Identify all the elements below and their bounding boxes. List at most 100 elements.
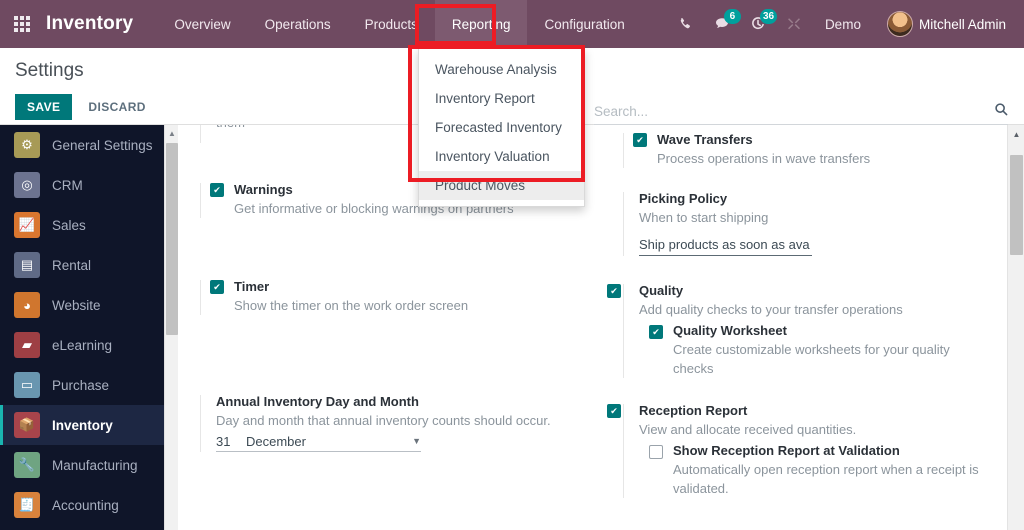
- apps-menu-button[interactable]: [0, 0, 44, 48]
- divider: [623, 133, 624, 168]
- quality-checkbox[interactable]: [607, 284, 621, 298]
- setting-wave-transfers: Wave Transfers Process operations in wav…: [623, 131, 1006, 168]
- divider: [623, 284, 624, 378]
- sidebar-scroll-thumb[interactable]: [166, 143, 178, 335]
- discard-button[interactable]: DISCARD: [78, 94, 155, 120]
- divider: [623, 404, 624, 498]
- warnings-checkbox[interactable]: [210, 183, 224, 197]
- timer-description: Show the timer on the work order screen: [234, 298, 469, 313]
- annual-inventory-date-picker[interactable]: 31 December ▼: [216, 434, 421, 452]
- picking-policy-select[interactable]: Ship products as soon as ava: [639, 237, 812, 256]
- scroll-up-arrow-icon[interactable]: ▲: [1008, 127, 1024, 141]
- sidebar-label: Purchase: [52, 377, 110, 393]
- messages-icon[interactable]: 6: [705, 0, 741, 48]
- sidebar-item-inventory[interactable]: 📦 Inventory: [0, 405, 178, 445]
- wave-transfers-checkbox[interactable]: [633, 133, 647, 147]
- sidebar-item-purchase[interactable]: ▭ Purchase: [0, 365, 178, 405]
- nav-item-products[interactable]: Products: [348, 0, 435, 48]
- timer-checkbox[interactable]: [210, 280, 224, 294]
- user-menu[interactable]: Mitchell Admin: [875, 0, 1010, 48]
- annual-inventory-description: Day and month that annual inventory coun…: [216, 413, 551, 428]
- timer-title: Timer: [234, 279, 270, 294]
- menu-item-product-moves[interactable]: Product Moves: [419, 171, 584, 200]
- scroll-up-arrow-icon[interactable]: ▲: [165, 127, 179, 140]
- nav-item-overview[interactable]: Overview: [157, 0, 247, 48]
- show-reception-report-checkbox[interactable]: [649, 445, 663, 459]
- menu-item-warehouse-analysis[interactable]: Warehouse Analysis: [419, 55, 584, 84]
- sidebar-label: General Settings: [52, 137, 153, 153]
- main-scroll-thumb[interactable]: [1010, 155, 1023, 255]
- sidebar-item-elearning[interactable]: ▰ eLearning: [0, 325, 178, 365]
- sidebar-scrollbar[interactable]: ▲: [164, 125, 178, 530]
- reception-report-checkbox[interactable]: [607, 404, 621, 418]
- divider: [200, 280, 201, 315]
- apps-grid-icon: [14, 16, 30, 32]
- quality-worksheet-description: Create customizable worksheets for your …: [673, 342, 950, 376]
- search-input[interactable]: [594, 103, 988, 119]
- quality-title: Quality: [639, 283, 684, 298]
- menu-item-inventory-report[interactable]: Inventory Report: [419, 84, 584, 113]
- quality-worksheet-checkbox[interactable]: [649, 325, 663, 339]
- wrench-icon: 🔧: [14, 452, 40, 478]
- action-buttons: SAVE DISCARD: [15, 94, 156, 120]
- divider: [200, 183, 201, 218]
- nav-item-reporting[interactable]: Reporting: [434, 0, 528, 48]
- phone-icon[interactable]: [669, 0, 703, 48]
- navbar-systray: 6 36 Demo Mitchell Admin: [669, 0, 1024, 48]
- menu-item-forecasted-inventory[interactable]: Forecasted Inventory: [419, 113, 584, 142]
- presentation-icon: ▰: [14, 332, 40, 358]
- divider: [623, 192, 624, 256]
- globe-icon: ◕: [14, 292, 40, 318]
- wave-transfers-description: Process operations in wave transfers: [657, 151, 871, 166]
- nav-item-configuration[interactable]: Configuration: [527, 0, 641, 48]
- sidebar-label: Manufacturing: [52, 457, 138, 473]
- box-icon: 📦: [14, 412, 40, 438]
- show-reception-report-title: Show Reception Report at Validation: [673, 443, 900, 458]
- database-name[interactable]: Demo: [813, 17, 873, 32]
- setting-annual-inventory: Annual Inventory Day and Month Day and m…: [200, 393, 583, 452]
- activities-badge: 36: [759, 9, 778, 24]
- divider: [200, 125, 201, 143]
- tools-icon[interactable]: [777, 0, 811, 48]
- annual-inventory-day[interactable]: 31: [216, 434, 236, 449]
- quality-worksheet-title: Quality Worksheet: [673, 323, 787, 338]
- sidebar-item-accounting[interactable]: 🧾 Accounting: [0, 485, 178, 525]
- sidebar-label: Rental: [52, 257, 92, 273]
- messages-badge: 6: [723, 9, 741, 24]
- page-title: Settings: [15, 60, 84, 81]
- wave-transfers-title: Wave Transfers: [657, 132, 753, 147]
- sidebar-item-general-settings[interactable]: ⚙ General Settings: [0, 125, 178, 165]
- search-bar[interactable]: [594, 102, 1008, 125]
- sidebar-label: Website: [52, 297, 101, 313]
- setting-show-reception-report: Show Reception Report at Validation Auto…: [639, 442, 1006, 498]
- sidebar-item-website[interactable]: ◕ Website: [0, 285, 178, 325]
- divider: [200, 395, 201, 452]
- nav-item-operations[interactable]: Operations: [248, 0, 348, 48]
- annual-inventory-month[interactable]: December: [246, 434, 402, 449]
- app-brand-title: Inventory: [46, 13, 134, 34]
- menu-item-inventory-valuation[interactable]: Inventory Valuation: [419, 142, 584, 171]
- sidebar-item-rental[interactable]: ▤ Rental: [0, 245, 178, 285]
- sidebar-label: CRM: [52, 177, 83, 193]
- setting-reception-report: Reception Report View and allocate recei…: [607, 402, 1006, 498]
- document-icon: ▤: [14, 252, 40, 278]
- main-scrollbar[interactable]: ▲: [1007, 125, 1024, 530]
- sidebar-item-manufacturing[interactable]: 🔧 Manufacturing: [0, 445, 178, 485]
- activities-icon[interactable]: 36: [741, 0, 778, 48]
- navbar-menu: Overview Operations Products Reporting C…: [157, 0, 641, 48]
- setting-quality-worksheet: Quality Worksheet Create customizable wo…: [639, 322, 1006, 378]
- search-icon[interactable]: [988, 102, 1008, 120]
- reporting-dropdown-menu: Warehouse Analysis Inventory Report Fore…: [418, 48, 585, 207]
- chart-line-icon: 📈: [14, 212, 40, 238]
- sidebar-label: Inventory: [52, 417, 113, 433]
- picking-policy-title: Picking Policy: [639, 191, 728, 206]
- user-name-label: Mitchell Admin: [918, 16, 1006, 32]
- top-navbar: Inventory Overview Operations Products R…: [0, 0, 1024, 48]
- setting-picking-policy: Picking Policy When to start shipping Sh…: [623, 190, 1006, 256]
- sidebar-item-crm[interactable]: ◎ CRM: [0, 165, 178, 205]
- handshake-icon: ◎: [14, 172, 40, 198]
- chevron-down-icon[interactable]: ▼: [412, 436, 421, 449]
- show-reception-report-description: Automatically open reception report when…: [673, 462, 979, 496]
- save-button[interactable]: SAVE: [15, 94, 73, 120]
- sidebar-item-sales[interactable]: 📈 Sales: [0, 205, 178, 245]
